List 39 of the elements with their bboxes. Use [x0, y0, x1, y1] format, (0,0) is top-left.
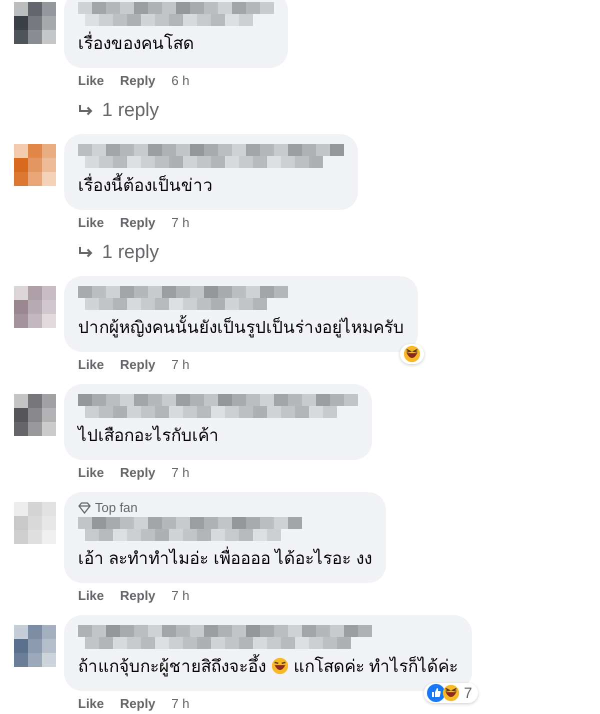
reaction-badge[interactable] [400, 344, 424, 364]
action-link[interactable]: Like [78, 588, 104, 603]
timestamp[interactable]: 6 h [171, 73, 190, 88]
comment-text: ปากผู้หญิงคนนั้นยังเป็นรูปเป็นร่างอยู่ไหมครับ [78, 314, 404, 342]
diamond-icon [78, 502, 91, 514]
avatar-icon[interactable] [14, 2, 56, 44]
avatar-icon[interactable] [14, 394, 56, 436]
thumbs-up-icon [426, 684, 445, 702]
action-link[interactable]: Like [78, 696, 104, 711]
timestamp[interactable]: 7 h [171, 465, 190, 480]
laughing-emoji-icon [270, 657, 289, 675]
action-link[interactable]: Like [78, 73, 104, 88]
top-fan-label: Top fan [95, 500, 138, 515]
comment-text: เรื่องของคนโสด [78, 30, 274, 58]
reaction-badge[interactable]: 7 [424, 683, 478, 703]
comment-text: เรื่องนี้ต้องเป็นข่าว [78, 172, 344, 200]
action-link[interactable]: Reply [120, 215, 156, 230]
timestamp[interactable]: 7 h [171, 696, 190, 711]
comment-text: เอ้า ละทำทำไมอ่ะ เพื่ออออ ได้อะไรอะ งง [78, 545, 372, 573]
action-link[interactable]: Reply [120, 357, 156, 372]
timestamp[interactable]: 7 h [171, 588, 190, 603]
laughing-emoji-icon [442, 684, 460, 702]
reply-arrow-icon [78, 246, 94, 260]
comment-text: ไปเสือกอะไรกับเค้า [78, 424, 220, 447]
laughing-emoji-icon [403, 345, 421, 363]
timestamp[interactable]: 7 h [171, 215, 190, 230]
comment-text: ถ้าแกจุ้บกะผู้ชายสิถึงจะอึ้ง แกโสดค่ะ ทำไรก็ได้ค่ะ [78, 653, 458, 681]
view-replies-link[interactable]: 1 reply [64, 230, 174, 264]
action-link[interactable]: Like [78, 465, 104, 480]
action-link[interactable]: Like [78, 357, 104, 372]
avatar-icon[interactable] [14, 625, 56, 667]
action-link[interactable]: Like [78, 215, 104, 230]
action-link[interactable]: Reply [120, 465, 156, 480]
action-link[interactable]: Reply [120, 696, 156, 711]
action-link[interactable]: Reply [120, 588, 156, 603]
view-replies-link[interactable]: 1 reply [64, 88, 174, 122]
reply-arrow-icon [78, 104, 94, 118]
timestamp[interactable]: 7 h [171, 357, 190, 372]
action-link[interactable]: Reply [120, 73, 156, 88]
